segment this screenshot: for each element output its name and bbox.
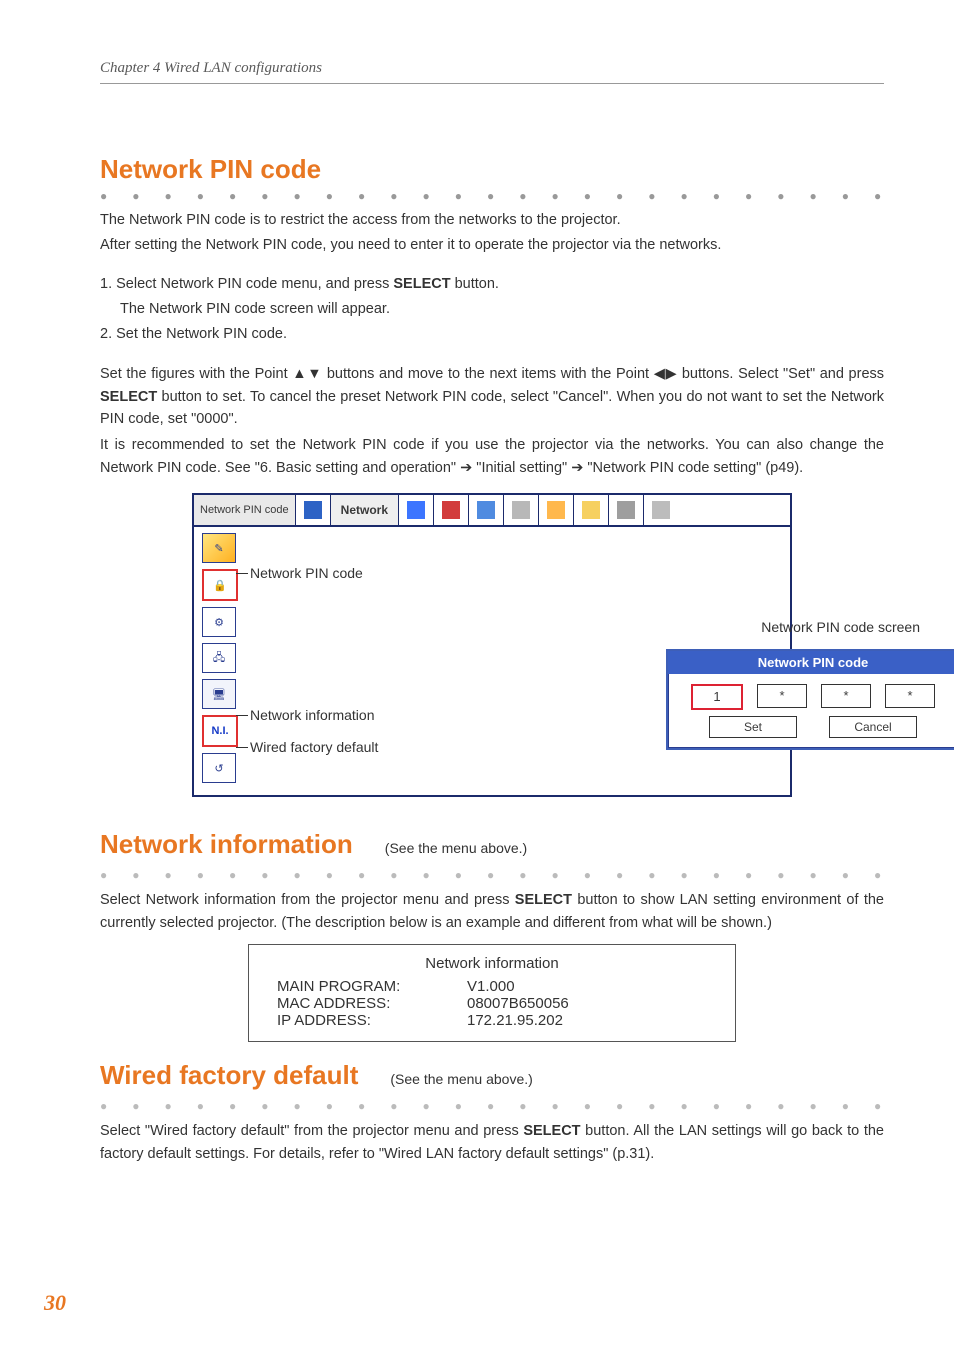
menubar-icon [574, 495, 609, 525]
step-1: 1. Select Network PIN code menu, and pre… [100, 274, 884, 295]
callout-ninfo: Network information [250, 707, 375, 723]
text: The Network PIN code is to restrict the … [100, 210, 884, 231]
pin-caption: Network PIN code screen [761, 619, 920, 635]
menu-figure: Network PIN code Network ✎ 🔒 ⚙ 🖧 🖥 N.I. … [192, 493, 792, 797]
menubar-icon [609, 495, 644, 525]
side-icon-ni: N.I. [202, 715, 238, 747]
left-right-arrows-icon: ◀▶ [654, 366, 678, 382]
heading-network-info: Network information [100, 829, 353, 860]
cancel-button[interactable]: Cancel [829, 716, 917, 738]
see-menu-note: (See the menu above.) [385, 840, 527, 856]
side-icon-gear: ⚙ [202, 607, 236, 637]
menubar-icon [504, 495, 539, 525]
text: Select Network information from the proj… [100, 889, 884, 934]
menubar: Network PIN code Network [192, 493, 792, 527]
menubar-icon [644, 495, 678, 525]
page-number: 30 [44, 1290, 66, 1316]
heading-factory-default: Wired factory default [100, 1060, 358, 1091]
side-icon-pin: 🔒 [202, 569, 238, 601]
infobox-row: IP ADDRESS:172.21.95.202 [277, 1012, 707, 1029]
up-down-arrows-icon: ▲▼ [292, 366, 322, 382]
menubar-icon [399, 495, 434, 525]
side-icon: 🖥 [202, 679, 236, 709]
infobox-row: MAIN PROGRAM:V1.000 [277, 978, 707, 995]
callout-pin: Network PIN code [250, 565, 363, 581]
pin-digit-3[interactable]: * [821, 684, 871, 708]
divider-dots: ● ● ● ● ● ● ● ● ● ● ● ● ● ● ● ● ● ● ● ● … [100, 868, 884, 883]
set-button[interactable]: Set [709, 716, 797, 738]
menubar-icon [434, 495, 469, 525]
step-1b: The Network PIN code screen will appear. [120, 299, 884, 320]
infobox-title: Network information [277, 955, 707, 972]
side-icon-reset: ↺ [202, 753, 236, 783]
pin-dialog-title: Network PIN code [668, 651, 954, 674]
divider-dots: ● ● ● ● ● ● ● ● ● ● ● ● ● ● ● ● ● ● ● ● … [100, 189, 884, 204]
network-tab: Network [331, 495, 399, 525]
text: Set the figures with the Point ▲▼ button… [100, 363, 884, 430]
text: Select "Wired factory default" from the … [100, 1120, 884, 1165]
pin-digit-2[interactable]: * [757, 684, 807, 708]
see-menu-note: (See the menu above.) [390, 1071, 532, 1087]
menubar-icon [469, 495, 504, 525]
pin-digit-1[interactable]: 1 [691, 684, 743, 710]
arrow-right-icon: ➔ [460, 460, 472, 476]
step-2: 2. Set the Network PIN code. [100, 324, 884, 345]
chapter-header: Chapter 4 Wired LAN configurations [100, 60, 884, 84]
callout-factory: Wired factory default [250, 739, 378, 755]
text: After setting the Network PIN code, you … [100, 235, 884, 256]
network-info-box: Network information MAIN PROGRAM:V1.000 … [248, 944, 736, 1042]
menubar-icon [296, 495, 331, 525]
pin-digit-4[interactable]: * [885, 684, 935, 708]
infobox-row: MAC ADDRESS:08007B650056 [277, 995, 707, 1012]
arrow-right-icon: ➔ [571, 460, 583, 476]
pin-dialog: Network PIN code 1 * * * Set Cancel [666, 649, 954, 750]
menubar-label: Network PIN code [194, 495, 296, 525]
menubar-icon [539, 495, 574, 525]
side-icon-net: 🖧 [202, 643, 236, 673]
side-icon-pencil: ✎ [202, 533, 236, 563]
text: It is recommended to set the Network PIN… [100, 434, 884, 479]
divider-dots: ● ● ● ● ● ● ● ● ● ● ● ● ● ● ● ● ● ● ● ● … [100, 1099, 884, 1114]
heading-network-pin: Network PIN code [100, 154, 884, 185]
